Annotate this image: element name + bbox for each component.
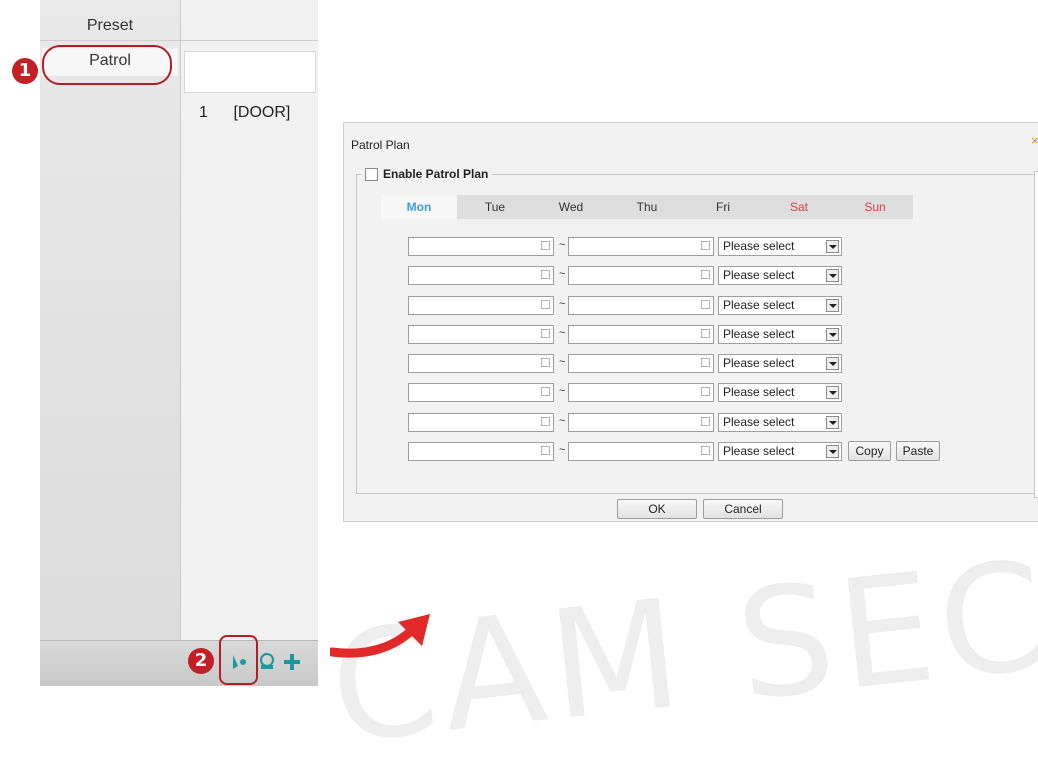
end-time-input[interactable] bbox=[568, 237, 714, 256]
range-separator: ~ bbox=[559, 356, 566, 369]
end-time-input[interactable] bbox=[568, 442, 714, 462]
range-separator: ~ bbox=[559, 297, 566, 310]
clock-icon[interactable] bbox=[541, 416, 550, 426]
end-time-input[interactable] bbox=[568, 324, 714, 344]
range-separator: ~ bbox=[559, 326, 566, 339]
ok-button[interactable]: OK bbox=[617, 499, 697, 519]
start-time-input[interactable] bbox=[408, 266, 554, 286]
patrol-select[interactable]: Please select bbox=[718, 237, 842, 256]
clock-icon[interactable] bbox=[701, 328, 710, 338]
start-time-input[interactable] bbox=[408, 237, 554, 256]
patrol-select[interactable]: Please select bbox=[718, 324, 842, 344]
enable-checkbox[interactable] bbox=[365, 167, 378, 181]
patrol-select[interactable]: Please select bbox=[718, 354, 842, 374]
list-item-name: [DOOR] bbox=[233, 104, 291, 121]
enable-label: Enable Patrol Plan bbox=[383, 167, 489, 181]
patrol-plan-dialog: Patrol Plan × Enable Patrol Plan Mon Tue… bbox=[343, 122, 1038, 522]
close-icon[interactable]: × bbox=[1031, 133, 1038, 148]
end-time-input[interactable] bbox=[568, 383, 714, 403]
side-panel-edge bbox=[1034, 171, 1038, 498]
dropdown-arrow-icon[interactable] bbox=[826, 386, 839, 400]
patrol-select[interactable]: Please select bbox=[718, 295, 842, 315]
tab-column: Preset Patrol bbox=[40, 0, 181, 640]
dropdown-arrow-icon[interactable] bbox=[826, 298, 839, 312]
tab-tue[interactable]: Tue bbox=[457, 195, 533, 219]
end-time-input[interactable] bbox=[568, 412, 714, 432]
end-time-input[interactable] bbox=[568, 295, 714, 315]
start-time-input[interactable] bbox=[408, 442, 554, 462]
start-time-input[interactable] bbox=[408, 295, 554, 315]
list-header bbox=[181, 12, 318, 41]
list-selection-box[interactable] bbox=[184, 51, 316, 93]
start-time-input[interactable] bbox=[408, 412, 554, 432]
step-badge-1: 1 bbox=[12, 58, 38, 84]
clock-icon[interactable] bbox=[541, 241, 550, 250]
list-item[interactable]: 1 [DOOR] bbox=[199, 104, 290, 122]
red-arrow-icon bbox=[330, 614, 430, 658]
toolbar-highlight-ring bbox=[219, 635, 258, 685]
tab-preset[interactable]: Preset bbox=[40, 12, 180, 41]
dropdown-arrow-icon[interactable] bbox=[826, 327, 839, 341]
range-separator: ~ bbox=[559, 414, 566, 427]
clock-icon[interactable] bbox=[541, 387, 550, 397]
clock-icon[interactable] bbox=[701, 387, 710, 397]
copy-button[interactable]: Copy bbox=[848, 441, 891, 462]
patrol-highlight-ring bbox=[42, 45, 172, 85]
tab-wed[interactable]: Wed bbox=[533, 195, 609, 219]
clock-icon[interactable] bbox=[701, 270, 710, 280]
clock-icon[interactable] bbox=[701, 299, 710, 309]
clock-icon[interactable] bbox=[541, 270, 550, 280]
tab-fri[interactable]: Fri bbox=[685, 195, 761, 219]
patrol-list: 1 [DOOR] bbox=[181, 0, 318, 640]
start-time-input[interactable] bbox=[408, 354, 554, 374]
clock-icon[interactable] bbox=[541, 328, 550, 338]
dropdown-arrow-icon[interactable] bbox=[826, 240, 839, 253]
range-separator: ~ bbox=[559, 268, 566, 281]
patrol-select[interactable]: Please select bbox=[718, 442, 842, 462]
tab-sat[interactable]: Sat bbox=[761, 195, 837, 219]
day-tabs: Mon Tue Wed Thu Fri Sat Sun bbox=[381, 195, 913, 219]
step-badge-2: 2 bbox=[188, 648, 214, 674]
clock-icon[interactable] bbox=[701, 416, 710, 426]
record-track-icon[interactable] bbox=[257, 652, 277, 672]
end-time-input[interactable] bbox=[568, 266, 714, 286]
paste-button[interactable]: Paste bbox=[896, 441, 940, 462]
end-time-input[interactable] bbox=[568, 354, 714, 374]
dropdown-arrow-icon[interactable] bbox=[826, 445, 839, 459]
cancel-button[interactable]: Cancel bbox=[703, 499, 783, 519]
clock-icon[interactable] bbox=[701, 358, 710, 368]
patrol-select[interactable]: Please select bbox=[718, 266, 842, 286]
patrol-select[interactable]: Please select bbox=[718, 383, 842, 403]
tab-mon[interactable]: Mon bbox=[381, 195, 457, 219]
clock-icon[interactable] bbox=[541, 358, 550, 368]
clock-icon[interactable] bbox=[701, 241, 710, 250]
enable-patrol-plan[interactable]: Enable Patrol Plan bbox=[361, 167, 493, 181]
patrol-select[interactable]: Please select bbox=[718, 412, 842, 432]
tab-thu[interactable]: Thu bbox=[609, 195, 685, 219]
start-time-input[interactable] bbox=[408, 383, 554, 403]
clock-icon[interactable] bbox=[541, 299, 550, 309]
dropdown-arrow-icon[interactable] bbox=[826, 357, 839, 371]
tab-sun[interactable]: Sun bbox=[837, 195, 913, 219]
list-item-index: 1 bbox=[199, 104, 208, 121]
dialog-title: Patrol Plan bbox=[351, 138, 410, 152]
dropdown-arrow-icon[interactable] bbox=[826, 269, 839, 283]
range-separator: ~ bbox=[559, 385, 566, 398]
dropdown-arrow-icon[interactable] bbox=[826, 415, 839, 429]
add-icon[interactable] bbox=[282, 652, 302, 672]
range-separator: ~ bbox=[559, 444, 566, 457]
clock-icon[interactable] bbox=[541, 446, 550, 456]
clock-icon[interactable] bbox=[701, 446, 710, 456]
preset-patrol-panel: Preset Patrol 1 [DOOR] bbox=[40, 0, 318, 686]
start-time-input[interactable] bbox=[408, 324, 554, 344]
range-separator: ~ bbox=[559, 239, 566, 251]
